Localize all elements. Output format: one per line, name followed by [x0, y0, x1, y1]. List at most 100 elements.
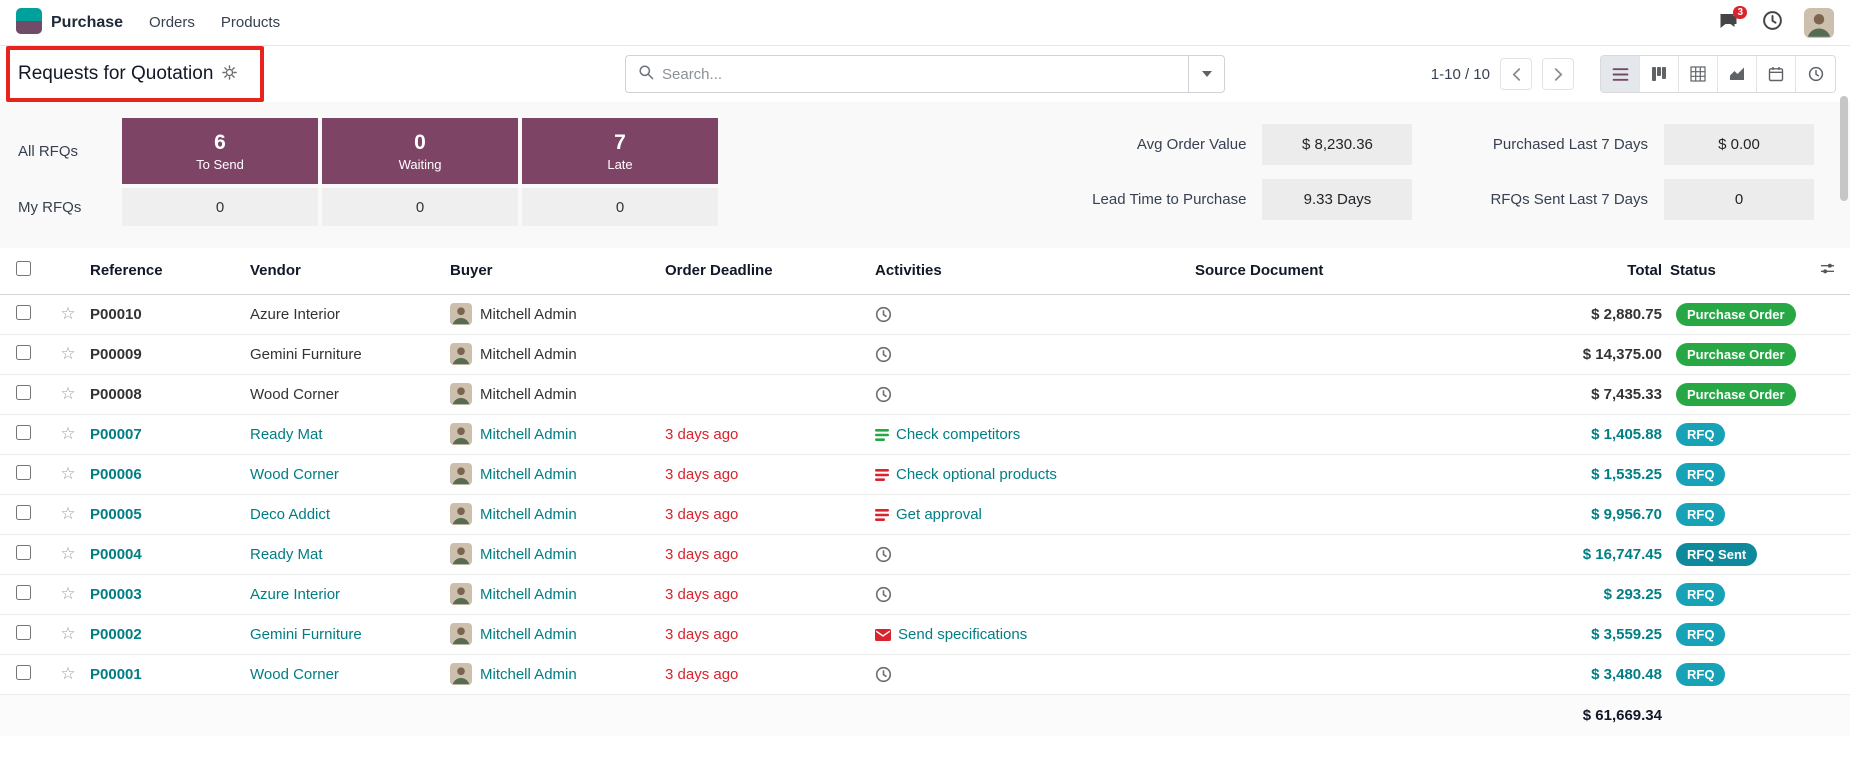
- table-row[interactable]: ☆ P00007 Ready Mat Mitchell Admin 3 days…: [0, 414, 1850, 454]
- messages-button[interactable]: 3: [1716, 11, 1740, 35]
- select-all-checkbox[interactable]: [16, 261, 31, 276]
- activity-label: Get approval: [896, 506, 982, 523]
- filter-my-rfqs[interactable]: My RFQs: [0, 188, 118, 226]
- view-pivot-button[interactable]: [1679, 56, 1718, 92]
- table-row[interactable]: ☆ P00004 Ready Mat Mitchell Admin 3 days…: [0, 534, 1850, 574]
- row-source-document: [1195, 294, 1495, 334]
- view-kanban-button[interactable]: [1640, 56, 1679, 92]
- favorite-star-icon[interactable]: ☆: [60, 504, 75, 523]
- tasks-icon: [875, 469, 889, 481]
- search-bar: [625, 55, 1225, 93]
- activity-label: Check competitors: [896, 426, 1020, 443]
- row-checkbox[interactable]: [16, 465, 31, 480]
- row-source-document: [1195, 454, 1495, 494]
- action-menu-button[interactable]: [222, 65, 237, 84]
- row-activity[interactable]: [875, 654, 1195, 694]
- column-reference[interactable]: Reference: [90, 248, 250, 294]
- scrollbar[interactable]: [1840, 96, 1848, 201]
- table-row[interactable]: ☆ P00002 Gemini Furniture Mitchell Admin…: [0, 614, 1850, 654]
- favorite-star-icon[interactable]: ☆: [60, 384, 75, 403]
- row-activity[interactable]: Check optional products: [875, 454, 1195, 494]
- row-activity[interactable]: Send specifications: [875, 614, 1195, 654]
- menu-products[interactable]: Products: [221, 14, 280, 31]
- stat-rfqs-sent-7-days[interactable]: 0: [1664, 179, 1814, 220]
- row-activity[interactable]: [875, 334, 1195, 374]
- row-checkbox[interactable]: [16, 625, 31, 640]
- favorite-star-icon[interactable]: ☆: [60, 544, 75, 563]
- row-source-document: [1195, 534, 1495, 574]
- stat-lead-time[interactable]: 9.33 Days: [1262, 179, 1412, 220]
- to-send-label: To Send: [196, 157, 244, 172]
- table-row[interactable]: ☆ P00008 Wood Corner Mitchell Admin $ 7,…: [0, 374, 1850, 414]
- row-activity[interactable]: [875, 574, 1195, 614]
- pager-next-button[interactable]: [1542, 58, 1574, 90]
- row-total: $ 7,435.33: [1495, 374, 1670, 414]
- search-options-toggle[interactable]: [1188, 56, 1224, 92]
- view-calendar-button[interactable]: [1757, 56, 1796, 92]
- row-checkbox[interactable]: [16, 345, 31, 360]
- buyer-avatar: [450, 383, 472, 405]
- favorite-star-icon[interactable]: ☆: [60, 584, 75, 603]
- optional-columns-icon[interactable]: [1819, 263, 1836, 280]
- table-row[interactable]: ☆ P00006 Wood Corner Mitchell Admin 3 da…: [0, 454, 1850, 494]
- table-row[interactable]: ☆ P00009 Gemini Furniture Mitchell Admin…: [0, 334, 1850, 374]
- table-row[interactable]: ☆ P00001 Wood Corner Mitchell Admin 3 da…: [0, 654, 1850, 694]
- favorite-star-icon[interactable]: ☆: [60, 304, 75, 323]
- dashboard-box-waiting[interactable]: 0 Waiting: [322, 118, 518, 184]
- column-activities[interactable]: Activities: [875, 248, 1195, 294]
- view-activity-button[interactable]: [1796, 56, 1835, 92]
- row-activity[interactable]: Get approval: [875, 494, 1195, 534]
- app-switcher[interactable]: Purchase: [16, 8, 123, 38]
- row-activity[interactable]: Check competitors: [875, 414, 1195, 454]
- row-checkbox[interactable]: [16, 505, 31, 520]
- my-rfqs-to-send[interactable]: 0: [122, 188, 318, 226]
- table-row[interactable]: ☆ P00003 Azure Interior Mitchell Admin 3…: [0, 574, 1850, 614]
- row-checkbox[interactable]: [16, 585, 31, 600]
- row-checkbox[interactable]: [16, 305, 31, 320]
- table-row[interactable]: ☆ P00005 Deco Addict Mitchell Admin 3 da…: [0, 494, 1850, 534]
- buyer-avatar: [450, 623, 472, 645]
- row-buyer-name: Mitchell Admin: [480, 426, 577, 443]
- row-total: $ 9,956.70: [1495, 494, 1670, 534]
- column-status[interactable]: Status: [1670, 248, 1805, 294]
- menu-orders[interactable]: Orders: [149, 14, 195, 31]
- activities-button[interactable]: [1760, 11, 1784, 35]
- stat-purchased-7-days[interactable]: $ 0.00: [1664, 124, 1814, 165]
- status-badge: Purchase Order: [1676, 383, 1796, 406]
- pager-previous-button[interactable]: [1500, 58, 1532, 90]
- column-order-deadline[interactable]: Order Deadline: [665, 248, 875, 294]
- favorite-star-icon[interactable]: ☆: [60, 664, 75, 683]
- view-graph-button[interactable]: [1718, 56, 1757, 92]
- dashboard-box-to-send[interactable]: 6 To Send: [122, 118, 318, 184]
- row-deadline: [665, 294, 875, 334]
- column-source-document[interactable]: Source Document: [1195, 248, 1495, 294]
- favorite-star-icon[interactable]: ☆: [60, 344, 75, 363]
- row-activity[interactable]: [875, 374, 1195, 414]
- stat-avg-order-value[interactable]: $ 8,230.36: [1262, 124, 1412, 165]
- search-input[interactable]: [662, 66, 1176, 83]
- row-source-document: [1195, 654, 1495, 694]
- favorite-star-icon[interactable]: ☆: [60, 624, 75, 643]
- view-list-button[interactable]: [1601, 56, 1640, 92]
- row-checkbox[interactable]: [16, 385, 31, 400]
- row-activity[interactable]: [875, 534, 1195, 574]
- row-checkbox[interactable]: [16, 425, 31, 440]
- footer-total: $ 61,669.34: [1495, 694, 1670, 736]
- row-activity[interactable]: [875, 294, 1195, 334]
- column-total[interactable]: Total: [1495, 248, 1670, 294]
- status-badge: RFQ Sent: [1676, 543, 1757, 566]
- buyer-avatar: [450, 423, 472, 445]
- my-rfqs-waiting[interactable]: 0: [322, 188, 518, 226]
- column-buyer[interactable]: Buyer: [450, 248, 665, 294]
- dashboard-box-late[interactable]: 7 Late: [522, 118, 718, 184]
- filter-all-rfqs[interactable]: All RFQs: [0, 118, 118, 184]
- row-checkbox[interactable]: [16, 545, 31, 560]
- favorite-star-icon[interactable]: ☆: [60, 424, 75, 443]
- row-buyer-name: Mitchell Admin: [480, 346, 577, 363]
- user-avatar[interactable]: [1804, 8, 1834, 38]
- table-row[interactable]: ☆ P00010 Azure Interior Mitchell Admin $…: [0, 294, 1850, 334]
- my-rfqs-late[interactable]: 0: [522, 188, 718, 226]
- favorite-star-icon[interactable]: ☆: [60, 464, 75, 483]
- column-vendor[interactable]: Vendor: [250, 248, 450, 294]
- row-checkbox[interactable]: [16, 665, 31, 680]
